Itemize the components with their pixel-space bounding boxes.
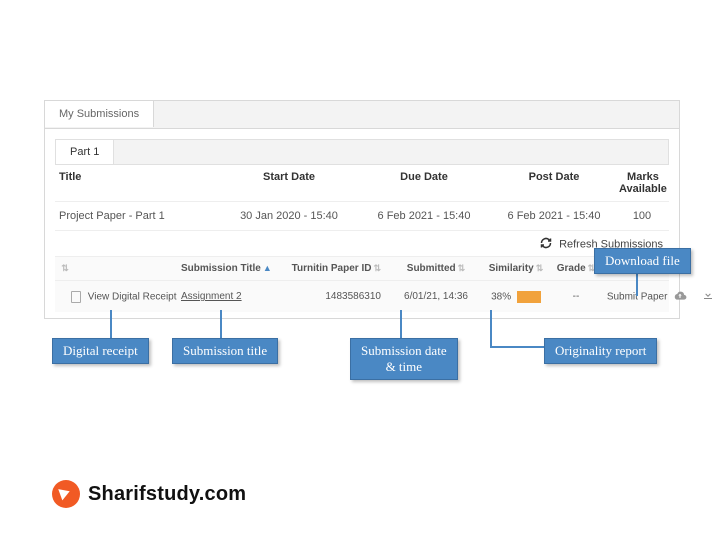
grade-cell: -- xyxy=(551,291,601,302)
col-due-date: Due Date xyxy=(359,171,489,195)
callout-download: Download file xyxy=(594,248,691,274)
col-marks: Marks Available xyxy=(619,171,667,195)
col-post-date: Post Date xyxy=(489,171,619,195)
assignment-marks: 100 xyxy=(619,210,665,222)
download-icon[interactable] xyxy=(702,289,714,304)
callout-originality: Originality report xyxy=(544,338,657,364)
brand-row: Sharifstudy.com xyxy=(52,480,246,508)
assignment-post: 6 Feb 2021 - 15:40 xyxy=(489,210,619,222)
part-tab-row: Part 1 xyxy=(55,139,669,165)
col-start-date: Start Date xyxy=(219,171,359,195)
connector xyxy=(110,310,112,338)
document-icon xyxy=(71,291,81,303)
similarity-cell[interactable]: 38% xyxy=(481,291,551,303)
view-receipt-link[interactable]: View Digital Receipt xyxy=(88,291,177,302)
submissions-panel: My Submissions Part 1 Title Start Date D… xyxy=(44,100,680,319)
callout-submission-datetime: Submission date & time xyxy=(350,338,458,380)
assignment-data-row: Project Paper - Part 1 30 Jan 2020 - 15:… xyxy=(55,202,669,231)
similarity-bar xyxy=(517,291,541,303)
page: My Submissions Part 1 Title Start Date D… xyxy=(0,0,720,540)
refresh-icon[interactable] xyxy=(540,237,552,252)
submission-title-link[interactable]: Assignment 2 xyxy=(181,291,242,302)
submit-paper-cell[interactable]: Submit Paper xyxy=(601,290,693,304)
download-cell[interactable] xyxy=(693,289,720,304)
refresh-row: Refresh Submissions xyxy=(55,231,669,256)
callout-digital-receipt: Digital receipt xyxy=(52,338,149,364)
assignment-due: 6 Feb 2021 - 15:40 xyxy=(359,210,489,222)
paper-id-cell: 1483586310 xyxy=(291,291,391,302)
brand-text: Sharifstudy.com xyxy=(88,483,246,506)
submitted-cell: 6/01/21, 14:36 xyxy=(391,291,481,302)
connector xyxy=(220,310,222,338)
connector xyxy=(490,310,492,346)
assignment-title: Project Paper - Part 1 xyxy=(59,210,219,222)
tab-part-1[interactable]: Part 1 xyxy=(56,140,114,164)
tab-my-submissions[interactable]: My Submissions xyxy=(45,101,154,127)
col-title: Title xyxy=(59,171,219,195)
col-paper-id[interactable]: Turnitin Paper ID⇅ xyxy=(291,263,391,274)
connector xyxy=(400,310,402,338)
panel-inner: Part 1 Title Start Date Due Date Post Da… xyxy=(45,129,679,318)
col-similarity[interactable]: Similarity⇅ xyxy=(481,263,551,274)
submission-title-cell[interactable]: Assignment 2 xyxy=(181,291,291,302)
view-receipt-cell[interactable]: View Digital Receipt xyxy=(71,291,181,303)
similarity-value: 38% xyxy=(491,291,511,302)
submission-row: View Digital Receipt Assignment 2 148358… xyxy=(55,281,669,312)
assignment-header-row: Title Start Date Due Date Post Date Mark… xyxy=(55,165,669,202)
brand-icon xyxy=(52,480,80,508)
cloud-upload-icon[interactable] xyxy=(673,290,687,304)
connector xyxy=(490,346,544,348)
assignment-start: 30 Jan 2020 - 15:40 xyxy=(219,210,359,222)
col-sort-blank: ⇅ xyxy=(57,263,71,274)
submission-header-row: ⇅ Submission Title▲ Turnitin Paper ID⇅ S… xyxy=(55,256,669,281)
col-submission-title[interactable]: Submission Title▲ xyxy=(181,263,291,274)
callout-submission-title: Submission title xyxy=(172,338,278,364)
tab-row: My Submissions xyxy=(45,101,679,129)
col-submitted[interactable]: Submitted⇅ xyxy=(391,263,481,274)
